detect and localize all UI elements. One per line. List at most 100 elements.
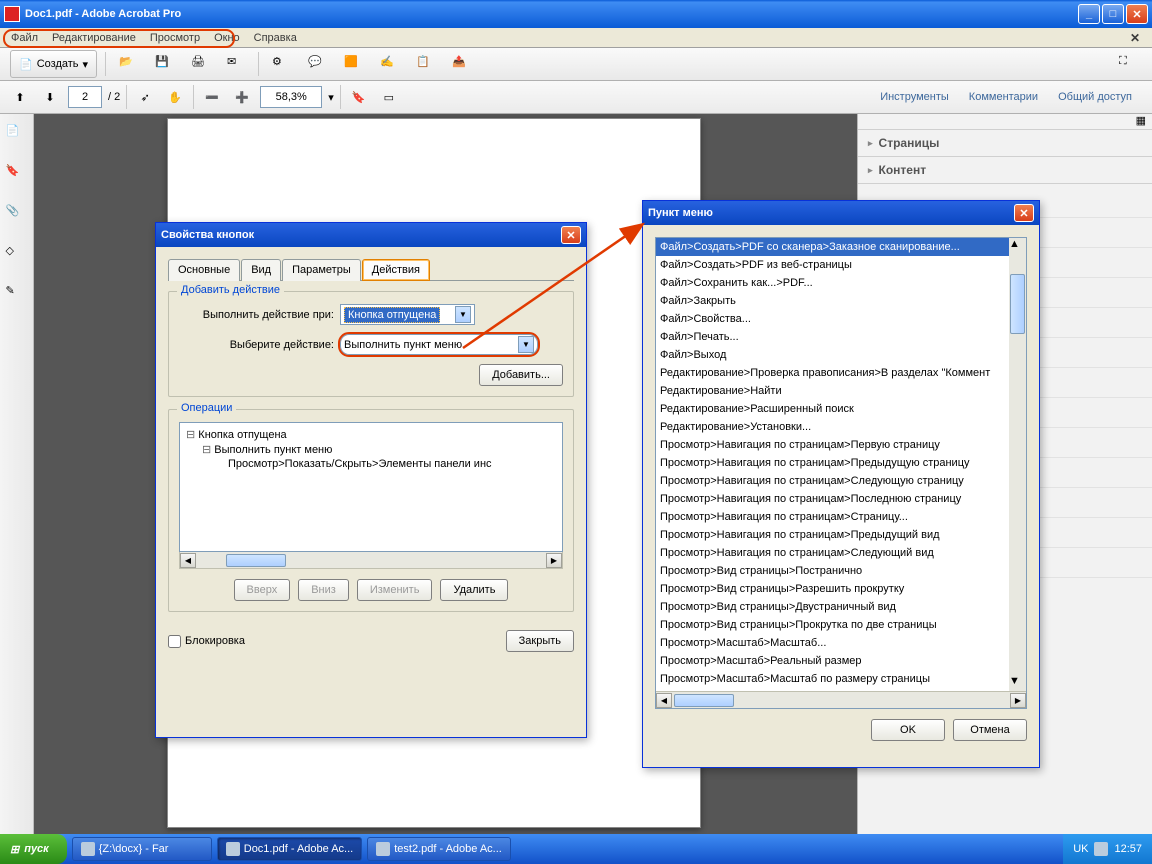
tab-view[interactable]: Вид [241, 259, 281, 281]
scroll-left-icon[interactable]: ◀ [656, 693, 672, 708]
trigger-select[interactable]: Кнопка отпущена ▼ [340, 304, 475, 325]
print-button[interactable]: 🖨 [186, 51, 214, 77]
select-tool[interactable]: ➶ [133, 84, 157, 110]
tray-icon[interactable] [1094, 842, 1108, 856]
list-item[interactable]: Файл>Создать>PDF со сканера>Заказное ска… [656, 238, 1009, 256]
list-item[interactable]: Редактирование>Проверка правописания>В р… [656, 364, 1009, 382]
dialog-close-button[interactable]: ✕ [561, 226, 581, 244]
panel-menu-icon[interactable]: ▦ [1136, 114, 1146, 129]
scroll-up-icon[interactable]: ▲ [1009, 238, 1026, 254]
list-hscroll[interactable]: ◀ ▶ [656, 691, 1026, 708]
doc-close-icon[interactable]: ✕ [1122, 31, 1148, 45]
lock-checkbox-input[interactable] [168, 635, 181, 648]
scroll-thumb[interactable] [674, 694, 734, 707]
list-item[interactable]: Просмотр>Масштаб>Реальный размер [656, 652, 1009, 670]
start-button[interactable]: ⊞ пуск [0, 834, 67, 864]
scroll-thumb[interactable] [226, 554, 286, 567]
list-item[interactable]: Файл>Свойства... [656, 310, 1009, 328]
attachments-icon[interactable]: 📎 [6, 204, 28, 226]
list-item[interactable]: Просмотр>Вид страницы>Двустраничный вид [656, 598, 1009, 616]
action-select[interactable]: Выполнить пункт меню ▼ [340, 334, 538, 355]
settings-button[interactable]: ⚙ [267, 51, 295, 77]
list-item[interactable]: Редактирование>Установки... [656, 418, 1009, 436]
list-item[interactable]: Просмотр>Навигация по страницам>Страницу… [656, 508, 1009, 526]
list-item[interactable]: Просмотр>Навигация по страницам>Следующу… [656, 472, 1009, 490]
dialog-titlebar[interactable]: Пункт меню ✕ [643, 201, 1039, 225]
content-section[interactable]: Контент [858, 157, 1152, 184]
menu-window[interactable]: Окно [207, 30, 247, 46]
list-item[interactable]: Просмотр>Вид страницы>Разрешить прокрутк… [656, 580, 1009, 598]
tree-leaf[interactable]: Просмотр>Показать/Скрыть>Элементы панели… [184, 457, 558, 471]
tree-hscroll[interactable]: ◀ ▶ [179, 552, 563, 569]
tools-link[interactable]: Инструменты [880, 91, 949, 103]
list-item[interactable]: Файл>Закрыть [656, 292, 1009, 310]
list-item[interactable]: Редактирование>Найти [656, 382, 1009, 400]
up-button[interactable]: Вверх [234, 579, 291, 601]
page-input[interactable] [68, 86, 102, 108]
tab-actions[interactable]: Действия [362, 259, 430, 281]
create-button[interactable]: 📄 Создать ▾ [10, 50, 97, 78]
zoom-out-button[interactable]: ➖ [200, 84, 224, 110]
close-button[interactable]: Закрыть [506, 630, 574, 652]
list-item[interactable]: Просмотр>Вид страницы>Прокрутка по две с… [656, 616, 1009, 634]
menu-view[interactable]: Просмотр [143, 30, 207, 46]
menu-help[interactable]: Справка [247, 30, 304, 46]
fit-tool[interactable]: ▭ [377, 84, 401, 110]
thumbnails-icon[interactable]: 📄 [6, 124, 28, 146]
signature-button[interactable]: ✍ [375, 51, 403, 77]
zoom-input[interactable] [260, 86, 322, 108]
form-button[interactable]: 📋 [411, 51, 439, 77]
list-item[interactable]: Просмотр>Навигация по страницам>Следующи… [656, 544, 1009, 562]
ok-button[interactable]: OK [871, 719, 945, 741]
list-item[interactable]: Просмотр>Навигация по страницам>Предыдущ… [656, 454, 1009, 472]
page-up-button[interactable]: ⬆ [8, 84, 32, 110]
delete-button[interactable]: Удалить [440, 579, 508, 601]
tab-general[interactable]: Основные [168, 259, 240, 281]
dropdown-arrow-icon[interactable]: ▼ [518, 336, 534, 353]
taskbar-item[interactable]: Doc1.pdf - Adobe Ac... [217, 837, 362, 861]
open-button[interactable]: 📂 [114, 51, 142, 77]
list-vscroll[interactable]: ▲ ▼ [1009, 238, 1026, 691]
scroll-right-icon[interactable]: ▶ [1010, 693, 1026, 708]
zoom-dropdown-icon[interactable]: ▾ [328, 91, 334, 104]
list-item[interactable]: Файл>Создать>PDF из веб-страницы [656, 256, 1009, 274]
comments-link[interactable]: Комментарии [969, 91, 1038, 103]
stamp-button[interactable]: 🟧 [339, 51, 367, 77]
dialog-titlebar[interactable]: Свойства кнопок ✕ [156, 223, 586, 247]
layers-icon[interactable]: ◇ [6, 244, 28, 266]
menu-file[interactable]: Файл [4, 30, 45, 46]
add-button[interactable]: Добавить... [479, 364, 563, 386]
menu-items-list[interactable]: Файл>Создать>PDF со сканера>Заказное ска… [655, 237, 1027, 709]
save-button[interactable]: 💾 [150, 51, 178, 77]
share-link[interactable]: Общий доступ [1058, 91, 1132, 103]
tree-node[interactable]: Кнопка отпущена [184, 427, 558, 442]
list-item[interactable]: Просмотр>Навигация по страницам>Последню… [656, 490, 1009, 508]
taskbar-item[interactable]: test2.pdf - Adobe Ac... [367, 837, 511, 861]
clock[interactable]: 12:57 [1114, 843, 1142, 855]
email-button[interactable]: ✉ [222, 51, 250, 77]
taskbar-item[interactable]: {Z:\docx} - Far [72, 837, 212, 861]
hand-tool[interactable]: ✋ [163, 84, 187, 110]
list-item[interactable]: Просмотр>Масштаб>Масштаб... [656, 634, 1009, 652]
scroll-down-icon[interactable]: ▼ [1009, 675, 1026, 691]
fullscreen-button[interactable]: ⛶ [1114, 51, 1142, 77]
dropdown-arrow-icon[interactable]: ▼ [455, 306, 471, 323]
scroll-right-icon[interactable]: ▶ [546, 553, 562, 568]
zoom-in-button[interactable]: ➕ [230, 84, 254, 110]
list-item[interactable]: Файл>Сохранить как...>PDF... [656, 274, 1009, 292]
cancel-button[interactable]: Отмена [953, 719, 1027, 741]
list-item[interactable]: Просмотр>Вид страницы>Постранично [656, 562, 1009, 580]
maximize-button[interactable]: □ [1102, 4, 1124, 24]
list-item[interactable]: Просмотр>Навигация по страницам>Первую с… [656, 436, 1009, 454]
tree-node[interactable]: Выполнить пункт меню [184, 442, 558, 457]
list-item[interactable]: Файл>Выход [656, 346, 1009, 364]
list-item[interactable]: Просмотр>Масштаб>Масштаб по размеру стра… [656, 670, 1009, 688]
lock-checkbox[interactable]: Блокировка [168, 635, 245, 648]
scroll-left-icon[interactable]: ◀ [180, 553, 196, 568]
actions-tree[interactable]: Кнопка отпущена Выполнить пункт меню Про… [179, 422, 563, 552]
bookmarks-icon[interactable]: 🔖 [6, 164, 28, 186]
list-item[interactable]: Файл>Печать... [656, 328, 1009, 346]
export-button[interactable]: 📤 [447, 51, 475, 77]
pages-section[interactable]: Страницы [858, 130, 1152, 157]
down-button[interactable]: Вниз [298, 579, 349, 601]
